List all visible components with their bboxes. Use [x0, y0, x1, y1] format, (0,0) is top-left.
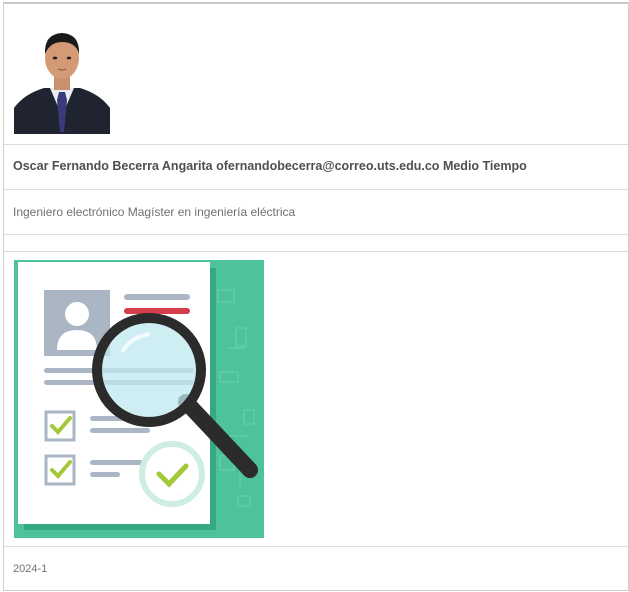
teacher-description: Ingeniero electrónico Magíster en ingeni…	[13, 205, 296, 219]
profile-photo	[14, 20, 110, 134]
teacher-dedication: Medio Tiempo	[442, 159, 527, 173]
period-row: 2024-1	[4, 547, 628, 592]
academic-period: 2024-1	[13, 563, 48, 575]
description-row: Ingeniero electrónico Magíster en ingeni…	[4, 190, 628, 235]
photo-row	[4, 4, 628, 145]
resume-magnifier-illustration	[14, 260, 264, 538]
teacher-info: Oscar Fernando Becerra Angarita ofernand…	[13, 159, 527, 173]
name-row: Oscar Fernando Becerra Angarita ofernand…	[4, 145, 628, 190]
teacher-name: Oscar Fernando Becerra Angarita	[13, 159, 213, 173]
teacher-card: Oscar Fernando Becerra Angarita ofernand…	[3, 2, 629, 591]
spacer-row	[4, 235, 628, 252]
illustration-row	[4, 252, 628, 547]
teacher-email: ofernandobecerra@correo.uts.edu.co	[216, 159, 440, 173]
